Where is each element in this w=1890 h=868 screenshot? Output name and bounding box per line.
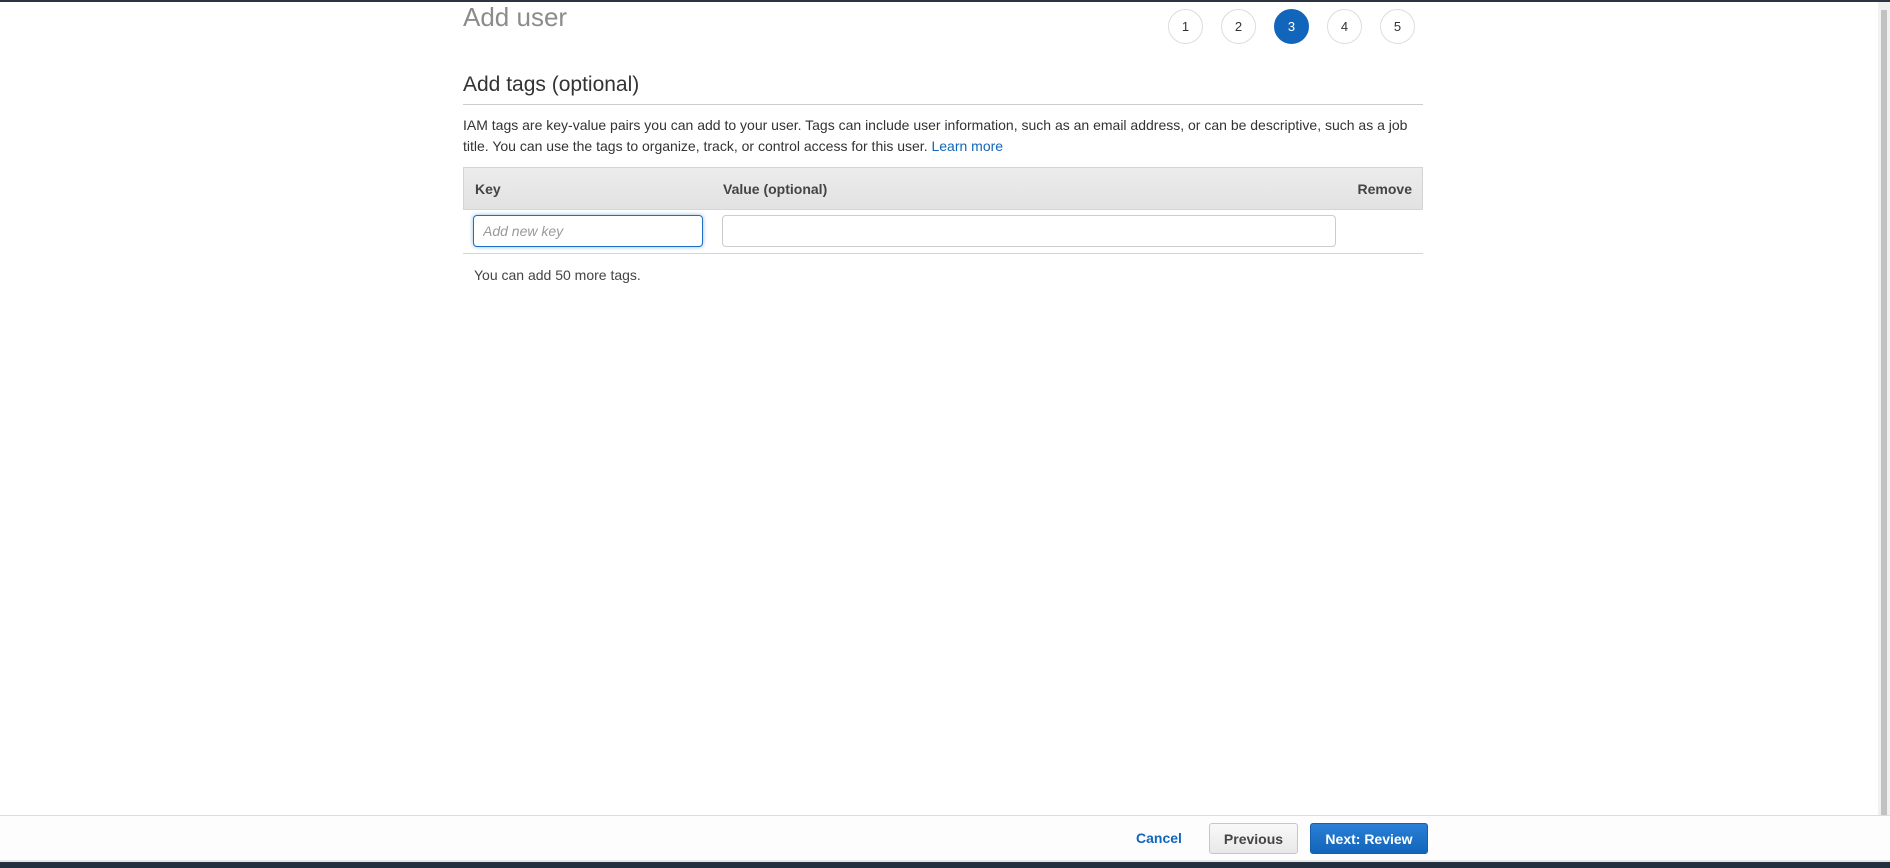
section-description: IAM tags are key-value pairs you can add… (463, 115, 1423, 157)
column-header-remove: Remove (1357, 181, 1412, 197)
table-row (463, 210, 1423, 254)
wizard-steps: 1 2 3 4 5 (1168, 9, 1433, 44)
scrollbar-thumb[interactable] (1881, 10, 1887, 815)
wizard-step-2[interactable]: 2 (1221, 9, 1256, 44)
window-bottom-bar (0, 862, 1890, 868)
tags-remaining-text: You can add 50 more tags. (474, 267, 641, 283)
wizard-step-3-active[interactable]: 3 (1274, 9, 1309, 44)
section-title: Add tags (optional) (463, 73, 640, 96)
next-review-button[interactable]: Next: Review (1310, 823, 1428, 854)
cancel-button[interactable]: Cancel (1136, 830, 1182, 846)
wizard-step-1[interactable]: 1 (1168, 9, 1203, 44)
page-title: Add user (463, 2, 568, 32)
wizard-step-5[interactable]: 5 (1380, 9, 1415, 44)
column-header-value: Value (optional) (723, 181, 828, 197)
wizard-footer: Cancel Previous Next: Review (0, 815, 1890, 862)
column-header-key: Key (475, 181, 501, 197)
tags-table: Key Value (optional) Remove (463, 167, 1423, 254)
learn-more-link[interactable]: Learn more (931, 138, 1003, 154)
wizard-step-4[interactable]: 4 (1327, 9, 1362, 44)
previous-button[interactable]: Previous (1209, 823, 1298, 854)
tag-key-input[interactable] (473, 215, 703, 247)
section-divider (463, 104, 1423, 105)
tag-value-input[interactable] (722, 215, 1336, 247)
tags-table-header: Key Value (optional) Remove (463, 167, 1423, 210)
